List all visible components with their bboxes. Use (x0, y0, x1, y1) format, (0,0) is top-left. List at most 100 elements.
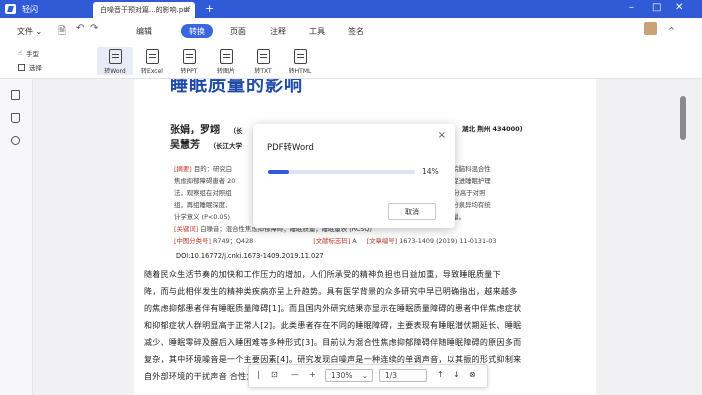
convert-to-ppt-button[interactable]: 转PPT (171, 47, 207, 75)
word-icon (108, 49, 122, 64)
title-bar: 轻闪 白噪音干预对篇...的影响.pdf × + – □ ✕ (0, 0, 702, 18)
abstract-text-left: 计学意义 (P<0.05) (174, 213, 231, 221)
author-2: 吴慧芳 (170, 140, 200, 151)
html-icon (293, 49, 307, 64)
dialog-title: PDF转Word (267, 143, 314, 153)
zoom-out-button[interactable]: — (291, 370, 299, 379)
app-brand[interactable]: 轻闪 (5, 2, 38, 16)
convert-progress-dialog: PDF转Word × 14% 取消 (253, 124, 455, 228)
menu-tools[interactable]: 工具 (309, 26, 325, 37)
new-tab-button[interactable]: + (205, 2, 214, 15)
menu-sign[interactable]: 签名 (348, 26, 364, 37)
convert-to-html-label: 转HTML (288, 68, 312, 75)
classification-text: R749；Q428 (210, 237, 254, 245)
author-line-1: 张娟，罗翊 （长 (170, 121, 242, 136)
menu-bar: 文件 ⌄ 🗎 ↶ ↷ 编辑 转换 页面 注释 工具 签名 ^ (0, 18, 702, 44)
hand-icon: ☝ (18, 49, 22, 57)
doc-code-label: [文献标志码] (313, 237, 351, 245)
select-tool-label: 选择 (29, 64, 42, 72)
excel-icon (145, 49, 159, 64)
convert-to-excel-button[interactable]: 转Excel (134, 47, 170, 75)
convert-to-txt-button[interactable]: 转TXT (245, 47, 281, 75)
convert-to-html-button[interactable]: 转HTML (282, 47, 318, 75)
menu-edit[interactable]: 编辑 (136, 26, 152, 37)
body-text-line: 减少、睡眠零碎及醒后入睡困难等多种形式[3]。目前认为混合性焦虑抑郁障碍伴随睡眠… (144, 338, 522, 347)
abstract-text-left: 目的：研究白 (191, 165, 233, 173)
author-1: 张娟，罗翊 (170, 125, 220, 136)
maximize-button[interactable]: □ (652, 2, 661, 13)
thumbnails-icon[interactable] (11, 90, 20, 100)
abstract-line: [摘要] 目的：研究白 (174, 164, 232, 174)
convert-to-txt-label: 转TXT (254, 68, 272, 75)
collapse-ribbon-icon[interactable]: ^ (668, 26, 675, 35)
redo-icon[interactable]: ↷ (90, 23, 98, 34)
page-navigation-bar: | ⊡ — + 130% ⌄ 1/3 ↑ ↓ ⊗ (248, 364, 488, 388)
minimize-button[interactable]: – (629, 2, 634, 13)
close-nav-icon[interactable]: ⊗ (469, 370, 476, 379)
menu-convert[interactable]: 转换 (181, 24, 213, 38)
abstract-text-left: 法，观察组在对照组 (174, 189, 232, 197)
previous-page-button[interactable]: ↑ (437, 370, 444, 379)
abstract-label: [摘要] (174, 165, 192, 173)
zoom-value: 130% (331, 371, 353, 380)
author-1-affiliation-right: 湖北 荆州 434000) (462, 125, 523, 133)
cancel-button[interactable]: 取消 (388, 203, 436, 220)
page-number-input[interactable]: 1/3 (379, 369, 427, 382)
article-number-label: [文章编号] (366, 237, 398, 245)
bookmark-icon[interactable] (11, 113, 20, 123)
document-tab[interactable]: 白噪音干预对篇...的影响.pdf × (93, 2, 195, 18)
progress-bar (268, 170, 415, 174)
menu-page[interactable]: 页面 (230, 26, 246, 37)
zoom-in-button[interactable]: + (309, 370, 316, 379)
scrollbar-thumb[interactable] (680, 96, 686, 140)
keywords-label: [关键词] (174, 225, 199, 233)
select-tool[interactable]: 选择 (18, 62, 42, 72)
menu-file[interactable]: 文件 ⌄ (17, 26, 42, 37)
article-number-text: 1673-1409 (2019) 11-0131-03 (397, 237, 497, 245)
hand-tool[interactable]: ☝ 手型 (18, 48, 39, 58)
body-text-line: 的焦虑抑郁患者伴有睡眠质量障碍[1]。而且国内外研究结果亦显示在睡眠质量障碍的患… (144, 304, 522, 313)
undo-icon[interactable]: ↶ (76, 23, 84, 34)
tab-close-icon[interactable]: × (183, 5, 190, 14)
author-line-2: 吴慧芳 （长江大学 (170, 136, 242, 151)
classification-line: [中图分类号] R749；Q428 [文献标志码] A [文章编号] 1673-14… (174, 236, 497, 246)
fit-page-icon[interactable]: ⊡ (271, 370, 278, 379)
next-page-button[interactable]: ↓ (453, 370, 460, 379)
app-name: 轻闪 (22, 4, 38, 14)
convert-toolbar: ☝ 手型 选择 转Word 转Excel 转PPT 转图片 转TXT 转HTML (0, 44, 702, 79)
txt-icon (256, 49, 270, 64)
abstract-text-left: 焦虑抑郁障碍患者 20 (174, 177, 236, 185)
close-window-button[interactable]: ✕ (675, 2, 683, 13)
select-icon (18, 63, 25, 71)
dialog-close-icon[interactable]: × (438, 130, 446, 141)
abstract-text-left: 组，再组睡眠深度、 (174, 201, 232, 209)
convert-to-image-button[interactable]: 转图片 (208, 47, 244, 75)
zoom-select[interactable]: 130% ⌄ (325, 369, 373, 382)
convert-to-ppt-label: 转PPT (180, 68, 198, 75)
progress-percent: 14% (422, 167, 439, 176)
user-avatar[interactable] (644, 22, 657, 35)
document-tab-title: 白噪音干预对篇...的影响.pdf (100, 6, 191, 14)
left-sidebar (0, 79, 33, 395)
search-icon[interactable] (11, 136, 20, 145)
image-icon (219, 49, 233, 64)
divider-icon: | (257, 370, 260, 379)
body-text-line: 降，而与此相伴发生的精神类疾病亦呈上升趋势。具有医学背景的众多研究中早已明确指出… (144, 287, 518, 296)
convert-to-excel-label: 转Excel (141, 68, 163, 75)
convert-to-word-button[interactable]: 转Word (97, 47, 133, 75)
menu-annotate[interactable]: 注释 (270, 26, 286, 37)
page-number: 1/3 (385, 371, 398, 380)
body-text-line: 随着民众生活节奏的加快和工作压力的增加，人们所承受的精神负担也日益加重，导致睡眠… (144, 270, 501, 279)
app-logo-icon (5, 4, 16, 14)
classification-label: [中图分类号] (174, 237, 211, 245)
ppt-icon (182, 49, 196, 64)
convert-to-word-label: 转Word (104, 68, 126, 75)
doc-code-text: A (350, 237, 357, 245)
progress-fill (268, 170, 289, 174)
document-title: 睡眠质量的影响 (170, 79, 303, 96)
chevron-down-icon: ⌄ (361, 371, 368, 380)
save-icon[interactable]: 🗎 (58, 24, 66, 41)
author-2-affiliation: （长江大学 (209, 142, 242, 150)
body-text-line: 和抑郁症状人群明显高于正常人[2]。此类患者存在不同的睡眠障碍，主要表现有睡眠潜… (144, 321, 522, 330)
menu-file-label: 文件 (17, 27, 33, 36)
